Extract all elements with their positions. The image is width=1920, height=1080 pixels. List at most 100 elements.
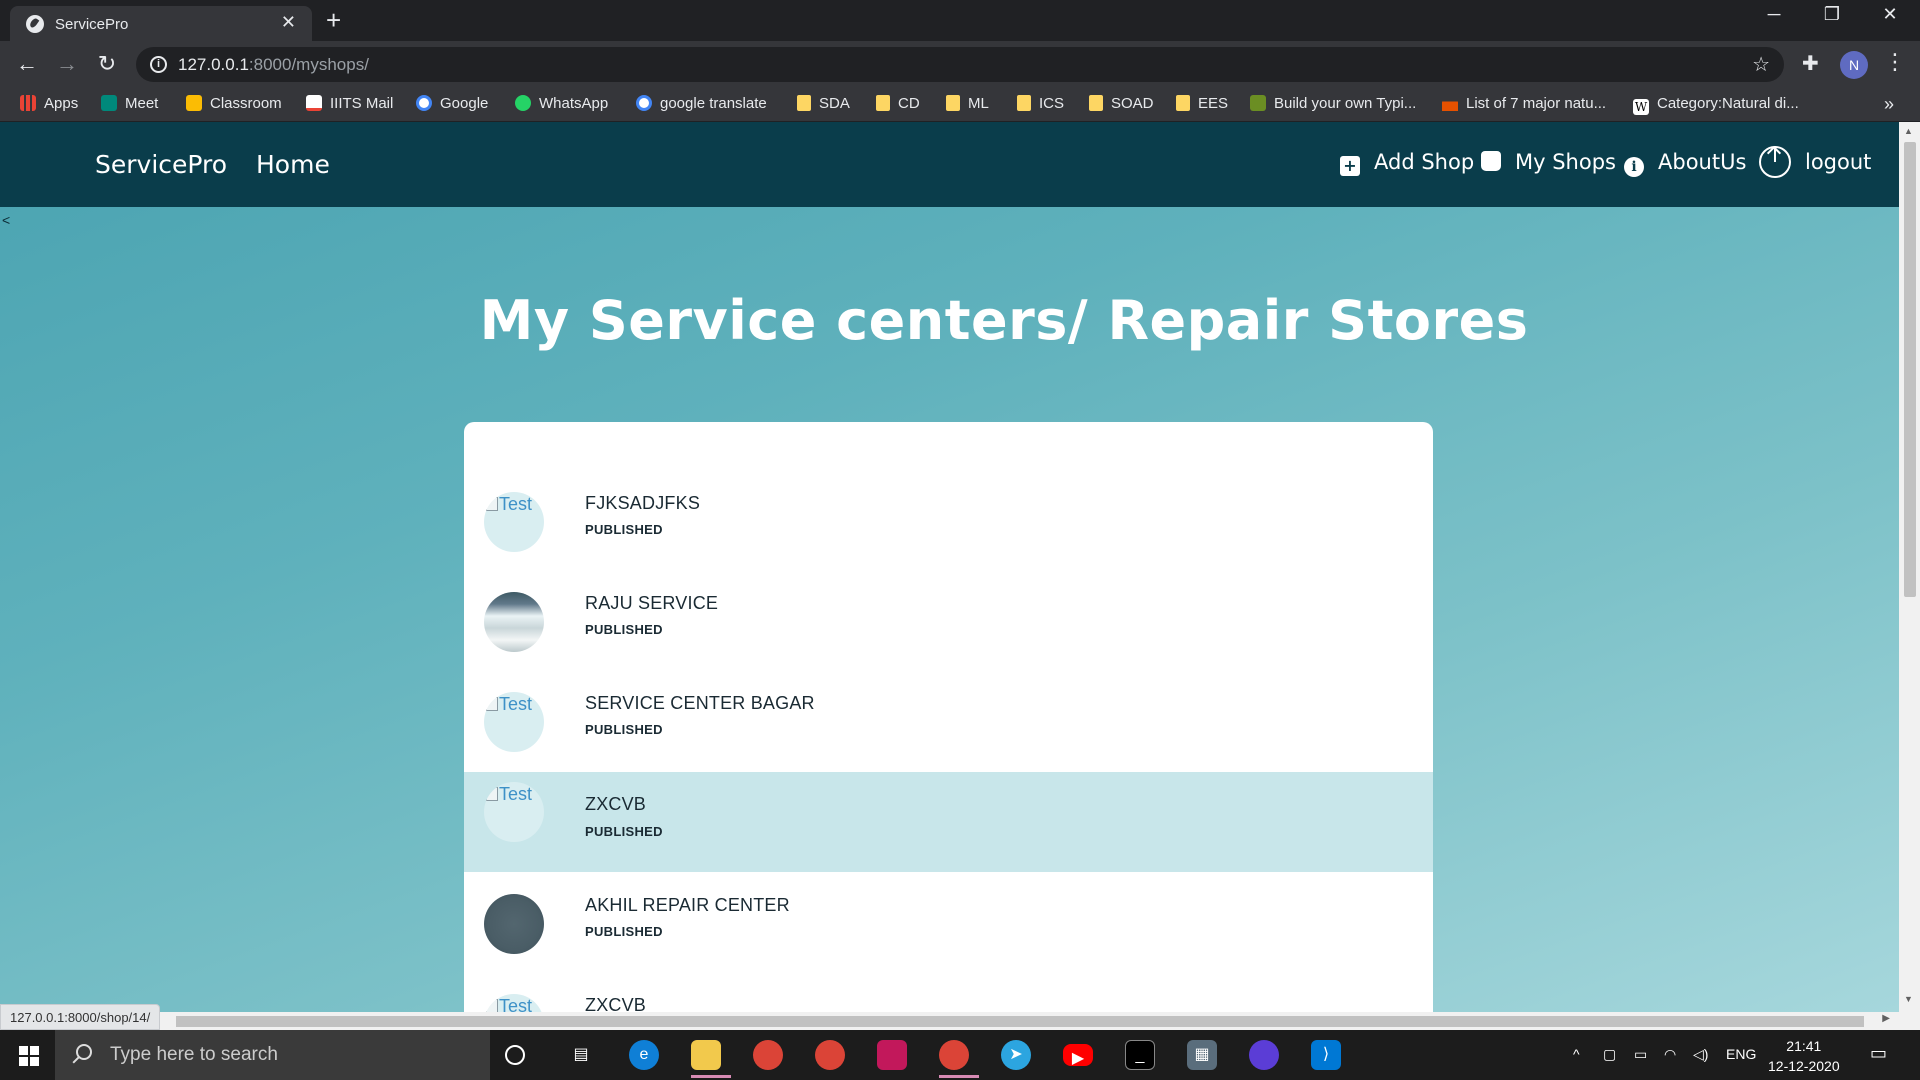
chrome-profile-icon[interactable] [815, 1040, 845, 1070]
shop-list-item-hovered[interactable]: Test ZXCVB PUBLISHED [464, 772, 1433, 872]
typing-site-icon [1250, 95, 1266, 111]
eclipse-icon[interactable] [1249, 1040, 1279, 1070]
scroll-down-arrow-icon[interactable]: ▼ [1904, 994, 1913, 1004]
vscode-icon[interactable]: ⟩ [1311, 1040, 1341, 1070]
clock-date: 12-12-2020 [1768, 1058, 1840, 1074]
stray-text: < [2, 212, 11, 228]
battery-icon[interactable]: ▭ [1634, 1046, 1647, 1063]
url-text[interactable]: 127.0.0.1:8000/myshops/ [178, 55, 369, 75]
scroll-right-arrow-icon[interactable]: ▶ [1882, 1013, 1890, 1024]
shop-list-item[interactable]: RAJU SERVICE PUBLISHED [464, 572, 1433, 672]
bookmark-google-translate[interactable]: google translate [636, 95, 767, 115]
my-shops-link[interactable]: My Shops [1481, 150, 1616, 174]
bookmark-meet[interactable]: Meet [101, 95, 158, 115]
active-app-indicator [691, 1075, 731, 1078]
wifi-icon[interactable]: ◠ [1664, 1046, 1676, 1063]
windows-start-icon[interactable] [19, 1046, 39, 1066]
volume-icon[interactable]: ◁) [1693, 1046, 1708, 1063]
logout-link[interactable]: logout [1759, 146, 1871, 178]
browser-menu-icon[interactable]: ⋮ [1884, 49, 1906, 75]
bookmark-apps[interactable]: Apps [20, 95, 78, 115]
meet-icon [101, 95, 117, 111]
link-status-bubble: 127.0.0.1:8000/shop/14/ [0, 1004, 161, 1030]
folder-icon [797, 95, 811, 111]
plus-square-icon: + [1340, 156, 1360, 176]
bookmark-folder-ees[interactable]: EES [1176, 95, 1228, 115]
bookmark-folder-soad[interactable]: SOAD [1089, 95, 1154, 115]
bookmark-whatsapp[interactable]: WhatsApp [515, 95, 608, 115]
bookmark-classroom[interactable]: Classroom [186, 95, 282, 115]
bookmark-star-icon[interactable]: ☆ [1752, 52, 1770, 77]
shop-list-item[interactable]: Test SERVICE CENTER BAGAR PUBLISHED [464, 672, 1433, 772]
window-close-icon[interactable]: ✕ [1870, 4, 1910, 25]
bookmark-disasters-list[interactable]: List of 7 major natu... [1442, 95, 1606, 115]
file-explorer-icon[interactable] [691, 1040, 721, 1070]
bookmark-folder-sda[interactable]: SDA [797, 95, 850, 115]
shop-status: PUBLISHED [585, 924, 663, 939]
shop-avatar: Test [484, 692, 544, 752]
folder-icon [1089, 95, 1103, 111]
edge-icon[interactable]: e [629, 1040, 659, 1070]
restore-icon[interactable]: ❐ [1812, 4, 1852, 25]
browser-tab[interactable]: ServicePro ✕ [10, 6, 312, 41]
reload-icon[interactable]: ↻ [92, 50, 122, 80]
calculator-icon[interactable]: ▦ [1187, 1040, 1217, 1070]
vertical-scroll-thumb[interactable] [1904, 142, 1916, 597]
task-view-icon[interactable]: ▤ [566, 1040, 596, 1070]
clock-time: 21:41 [1786, 1038, 1822, 1054]
bookmark-google[interactable]: Google [416, 95, 488, 115]
google-icon [636, 95, 652, 111]
bookmark-folder-cd[interactable]: CD [876, 95, 920, 115]
folder-icon [946, 95, 960, 111]
horizontal-scrollbar[interactable]: ▶ [0, 1012, 1920, 1030]
bookmark-wikipedia[interactable]: W Category:Natural di... [1633, 95, 1799, 115]
folder-icon [876, 95, 890, 111]
add-shop-link[interactable]: + Add Shop [1340, 150, 1474, 176]
minimize-icon[interactable]: ─ [1754, 4, 1794, 25]
tab-close-icon[interactable]: ✕ [281, 12, 296, 33]
shop-name: SERVICE CENTER BAGAR [585, 693, 815, 713]
back-arrow-icon[interactable]: ← [12, 50, 42, 80]
tray-overflow-icon[interactable]: ^ [1573, 1046, 1580, 1062]
whatsapp-app-icon[interactable] [877, 1040, 907, 1070]
broken-image-icon: Test [486, 784, 532, 805]
site-info-icon[interactable]: i [150, 56, 167, 73]
bookmark-folder-ics[interactable]: ICS [1017, 95, 1064, 115]
scroll-up-arrow-icon[interactable]: ▲ [1904, 126, 1913, 136]
bookmark-iiits-mail[interactable]: IIITS Mail [306, 95, 393, 115]
broken-image-icon: Test [486, 694, 532, 715]
chrome-active-icon[interactable] [939, 1040, 969, 1070]
shop-list-item[interactable]: AKHIL REPAIR CENTER PUBLISHED [464, 874, 1433, 974]
new-tab-button[interactable]: + [326, 6, 341, 34]
shop-avatar: Test [484, 492, 544, 552]
home-link[interactable]: Home [256, 150, 330, 179]
taskbar-clock[interactable]: 21:41 12-12-2020 [1768, 1036, 1840, 1076]
bookmark-folder-ml[interactable]: ML [946, 95, 989, 115]
terminal-icon[interactable]: _ [1125, 1040, 1155, 1070]
active-app-indicator [939, 1075, 979, 1078]
apps-grid-icon [20, 95, 36, 111]
vertical-scrollbar[interactable]: ▲ ▼ [1899, 122, 1920, 1012]
classroom-icon [186, 95, 202, 111]
horizontal-scroll-thumb[interactable] [176, 1016, 1864, 1027]
address-bar[interactable]: i 127.0.0.1:8000/myshops/ ☆ [136, 47, 1784, 82]
tray-device-icon[interactable]: ▢ [1603, 1046, 1616, 1063]
forward-arrow-icon[interactable]: → [52, 50, 82, 80]
bookmarks-overflow-icon[interactable]: » [1884, 94, 1894, 115]
taskbar-search-box[interactable]: Type here to search [55, 1030, 490, 1080]
site-navbar: ServicePro Home + Add Shop My Shops i Abou… [0, 122, 1899, 207]
about-us-link[interactable]: i AboutUs [1624, 150, 1746, 177]
shop-list-item[interactable]: Test ZXCVB [464, 974, 1433, 1012]
brand-link[interactable]: ServicePro [95, 150, 227, 179]
bookmark-typing[interactable]: Build your own Typi... [1250, 95, 1416, 115]
telegram-icon[interactable]: ➤ [1001, 1040, 1031, 1070]
shop-list-item[interactable]: Test FJKSADJFKS PUBLISHED [464, 472, 1433, 572]
extensions-puzzle-icon[interactable]: ✚ [1802, 51, 1819, 76]
chrome-icon[interactable] [753, 1040, 783, 1070]
youtube-icon[interactable]: ▶ [1063, 1044, 1093, 1067]
shop-avatar: Test [484, 782, 544, 842]
language-indicator[interactable]: ENG [1726, 1046, 1756, 1062]
notification-center-icon[interactable]: ▭ [1870, 1043, 1887, 1064]
profile-avatar[interactable]: N [1840, 51, 1868, 79]
cortana-icon[interactable] [505, 1045, 525, 1065]
